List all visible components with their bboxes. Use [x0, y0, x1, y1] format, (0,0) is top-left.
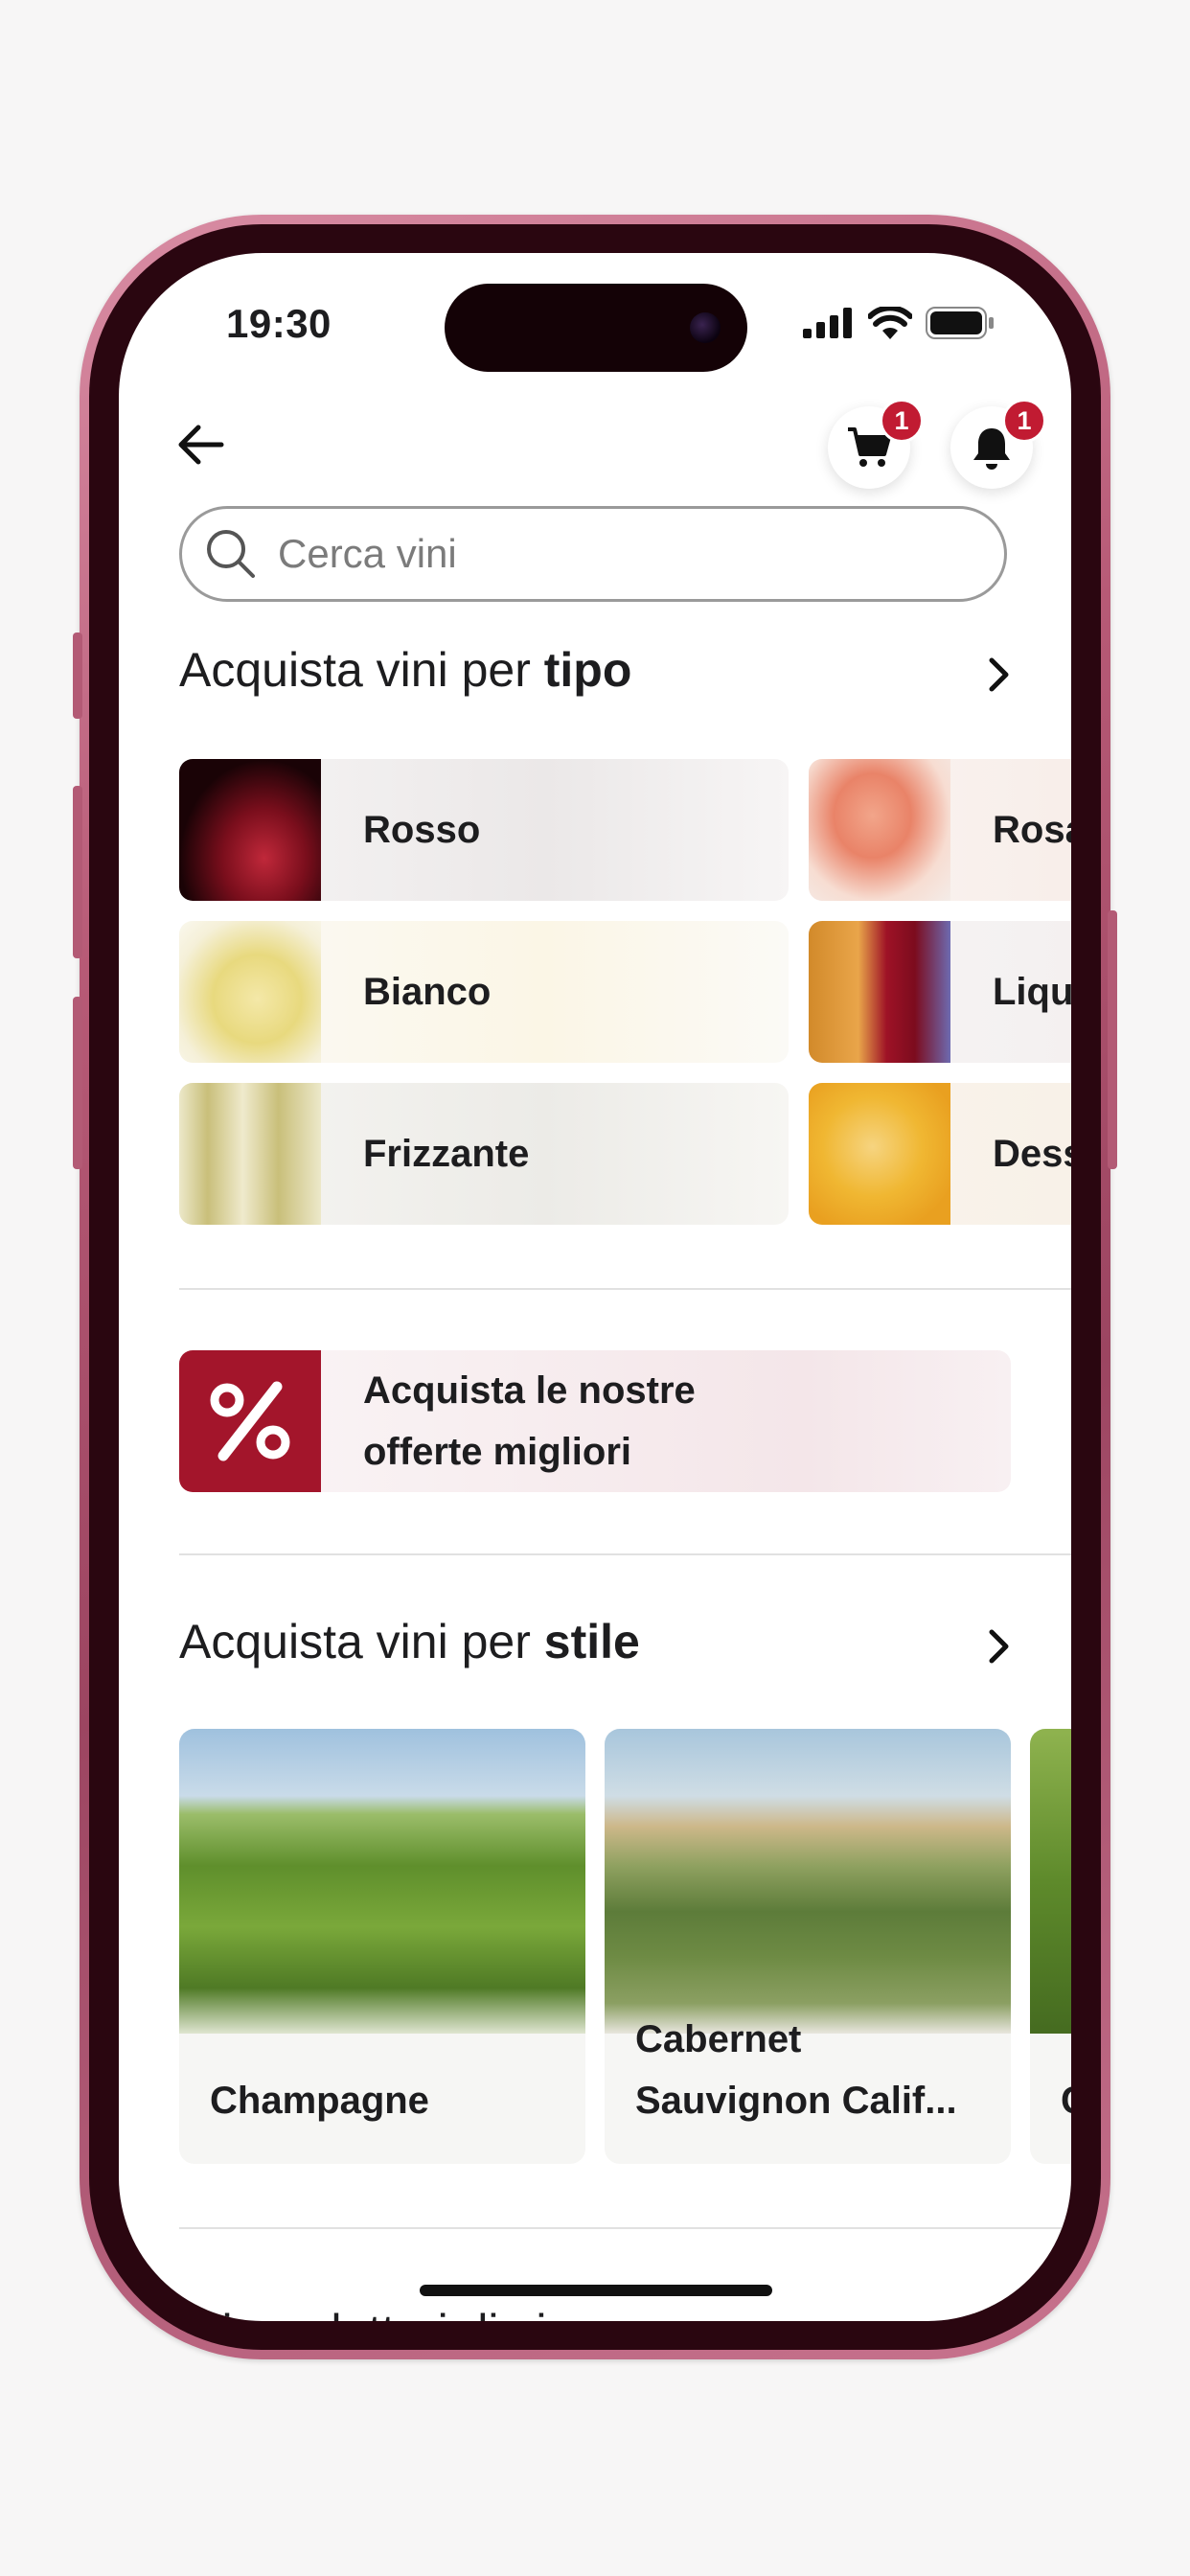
- offers-label: Acquista le nostre offerte migliori: [363, 1360, 861, 1483]
- dessert-wine-image: [809, 1083, 950, 1225]
- section-title-prefix: Acquista vini per: [179, 643, 531, 697]
- type-card-frizzante[interactable]: Frizzante: [179, 1083, 789, 1225]
- section-divider: [179, 2227, 1071, 2229]
- chevron-right-icon[interactable]: [975, 652, 1021, 698]
- cart-badge: 1: [880, 399, 924, 443]
- type-card-rosa[interactable]: Rosa: [809, 759, 1071, 901]
- vineyard-image: [1030, 1729, 1071, 2034]
- search-input[interactable]: [276, 530, 950, 578]
- section-divider: [179, 1288, 1071, 1290]
- type-card-liquore[interactable]: Liqu: [809, 921, 1071, 1063]
- style-label: Champagne: [210, 2080, 429, 2122]
- section-title-bold: tipo: [543, 643, 632, 697]
- battery-icon: [926, 307, 994, 339]
- notifications-badge: 1: [1002, 399, 1046, 443]
- search-bar[interactable]: [179, 506, 1007, 602]
- offers-label-line2: offerte migliori: [363, 1431, 632, 1473]
- chevron-right-icon[interactable]: [975, 1623, 1021, 1669]
- volume-up-button: [73, 786, 82, 958]
- cabernet-vineyard-image: [605, 1729, 1011, 2034]
- cart-button[interactable]: 1: [828, 399, 924, 489]
- search-icon: [207, 530, 255, 578]
- type-label: Frizzante: [363, 1132, 530, 1175]
- type-label: Rosso: [363, 808, 481, 851]
- percent-icon-tile: [179, 1350, 321, 1492]
- home-indicator[interactable]: [420, 2285, 772, 2296]
- champagne-vineyard-image: [179, 1729, 585, 2034]
- type-label: Bianco: [363, 970, 492, 1013]
- section-title-bold: stile: [543, 1615, 640, 1668]
- section-title-prefix: Acquista vini per: [179, 1615, 531, 1668]
- app-screen: 19:30 1 1 Cerca vini Acquista vini per t…: [119, 253, 1071, 2321]
- type-label: Liqu: [993, 970, 1071, 1013]
- style-card-cabernet[interactable]: Cabernet Sauvignon Calif...: [605, 1729, 1011, 2164]
- type-card-rosso[interactable]: Rosso: [179, 759, 789, 901]
- white-wine-image: [179, 921, 321, 1063]
- section-divider: [179, 1553, 1071, 1555]
- type-label: Rosa: [993, 808, 1071, 851]
- style-label: Cabernet Sauvignon Calif...: [635, 2018, 957, 2122]
- action-button: [73, 632, 82, 719]
- signal-icon: [803, 308, 852, 338]
- type-card-dessert[interactable]: Dess: [809, 1083, 1071, 1225]
- back-arrow-icon[interactable]: [172, 416, 229, 473]
- notifications-button[interactable]: 1: [950, 399, 1046, 489]
- type-label: Dess: [993, 1132, 1071, 1175]
- style-card-champagne[interactable]: Champagne: [179, 1729, 585, 2164]
- section-title-type: Acquista vini per tipo: [179, 642, 631, 698]
- style-label: C: [1061, 2070, 1071, 2131]
- percent-icon: [210, 1381, 290, 1461]
- style-card-third[interactable]: C: [1030, 1729, 1071, 2164]
- volume-down-button: [73, 997, 82, 1169]
- section-title-style: Acquista vini per stile: [179, 1614, 640, 1669]
- dynamic-island: [445, 284, 747, 372]
- sparkling-wine-image: [179, 1083, 321, 1225]
- red-wine-image: [179, 759, 321, 901]
- rose-wine-image: [809, 759, 950, 901]
- status-icons: [803, 307, 995, 339]
- offers-label-line1: Acquista le nostre: [363, 1369, 696, 1412]
- next-section-title: ori produttori di vino: [179, 2304, 600, 2321]
- offers-card[interactable]: Acquista le nostre offerte migliori: [179, 1350, 1011, 1492]
- type-card-bianco[interactable]: Bianco: [179, 921, 789, 1063]
- dessert-wine-glasses-image: [809, 921, 950, 1063]
- wifi-icon: [868, 307, 912, 339]
- power-button: [1108, 910, 1117, 1169]
- status-time: 19:30: [226, 301, 332, 346]
